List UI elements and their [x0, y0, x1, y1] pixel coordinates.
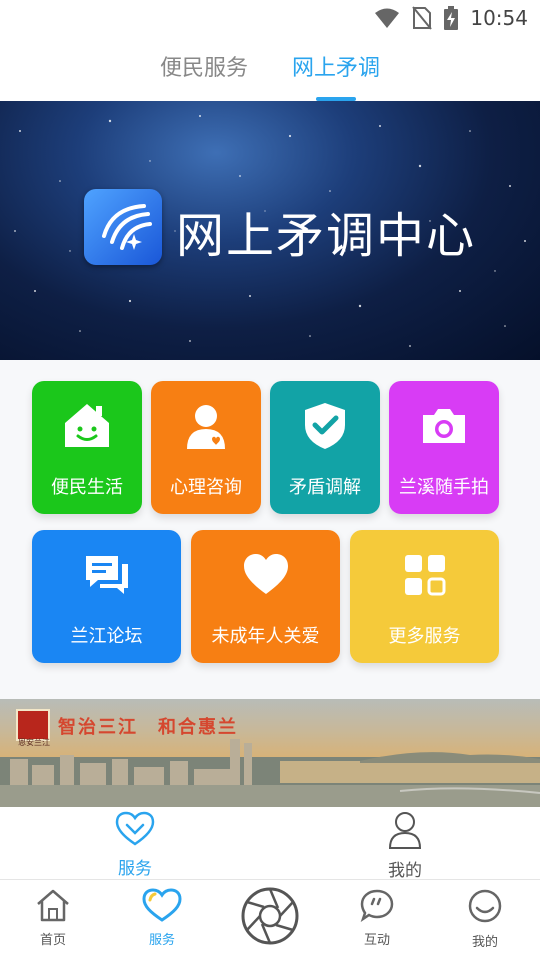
grid-icon — [400, 550, 450, 605]
tile-label: 更多服务 — [388, 626, 461, 646]
bottom-nav-label: 互动 — [363, 932, 390, 947]
chat-icon — [82, 550, 132, 605]
camera-icon — [419, 401, 469, 456]
camera-shutter-icon — [240, 887, 300, 950]
bottom-nav-bar: 首页 服务 互动 我的 — [0, 879, 540, 960]
service-tile-psych-consult[interactable]: 心理咨询 — [151, 381, 261, 514]
bottom-nav-home[interactable]: 首页 — [13, 888, 93, 948]
chat-bubble-icon — [359, 889, 395, 926]
battery-charging-icon — [444, 6, 459, 30]
tile-label: 兰江论坛 — [70, 626, 143, 646]
tab-label: 网上矛调 — [292, 55, 381, 80]
bottom-nav-service[interactable]: 服务 — [122, 888, 202, 948]
top-tab-bar: 便民服务 网上矛调 — [0, 38, 540, 101]
bottom-nav-label: 首页 — [39, 932, 66, 947]
banner-slogan: 智治三江 和合惠兰 — [58, 717, 238, 738]
shield-check-icon — [300, 401, 350, 456]
home-icon — [35, 889, 71, 926]
wifi-icon — [374, 7, 400, 29]
section-tab-label: 服务 — [118, 859, 152, 878]
bottom-nav-label: 我的 — [471, 934, 498, 949]
status-time: 10:54 — [470, 6, 528, 30]
emblem-caption: 恩安兰江 — [18, 738, 50, 747]
tab-label: 便民服务 — [159, 55, 248, 80]
mediation-center-logo — [84, 189, 162, 265]
tile-label: 便民生活 — [51, 477, 123, 497]
tile-label: 未成年人关爱 — [211, 626, 320, 646]
service-tile-conflict-mediation[interactable]: 矛盾调解 — [270, 381, 380, 514]
service-tile-lanjiang-forum[interactable]: 兰江论坛 — [32, 530, 181, 663]
tile-label: 矛盾调解 — [289, 477, 361, 497]
bottom-nav-snapshot[interactable] — [230, 886, 310, 951]
status-bar: 10:54 — [0, 0, 540, 36]
section-tab-mine[interactable]: 我的 — [350, 811, 460, 881]
smile-icon — [467, 889, 503, 928]
house-smile-icon — [62, 401, 112, 456]
tile-label: 兰溪随手拍 — [399, 477, 489, 497]
service-grid: 便民生活 心理咨询 矛盾调解 兰溪随手拍 兰江论坛 未成年人关爱 更多服务 — [0, 360, 540, 700]
heart-icon — [142, 888, 182, 926]
section-tab-service[interactable]: 服务 — [80, 811, 190, 879]
heart-icon — [241, 550, 291, 605]
tile-label: 心理咨询 — [170, 477, 242, 497]
no-sim-icon — [412, 6, 433, 30]
city-photo-banner[interactable]: 恩安兰江 智治三江 和合惠兰 — [0, 699, 540, 807]
tab-convenience-services[interactable]: 便民服务 — [156, 38, 252, 101]
person-icon — [387, 812, 423, 853]
hero-banner[interactable]: 网上矛调中心 — [0, 101, 540, 360]
bottom-nav-interact[interactable]: 互动 — [337, 888, 417, 948]
tab-online-mediation[interactable]: 网上矛调 — [288, 38, 384, 101]
bottom-nav-label: 服务 — [148, 932, 175, 947]
bottom-nav-mine[interactable]: 我的 — [445, 888, 525, 950]
banner-title: 网上矛调中心 — [176, 208, 477, 264]
section-tab-label: 我的 — [388, 861, 422, 880]
service-tile-minor-care[interactable]: 未成年人关爱 — [191, 530, 340, 663]
service-tile-lanxi-snapshot[interactable]: 兰溪随手拍 — [389, 381, 499, 514]
service-tile-convenience-life[interactable]: 便民生活 — [32, 381, 142, 514]
heart-check-icon — [115, 811, 155, 851]
service-tile-more-services[interactable]: 更多服务 — [350, 530, 499, 663]
section-nav: 服务 我的 — [0, 807, 540, 881]
person-heart-icon — [181, 401, 231, 456]
